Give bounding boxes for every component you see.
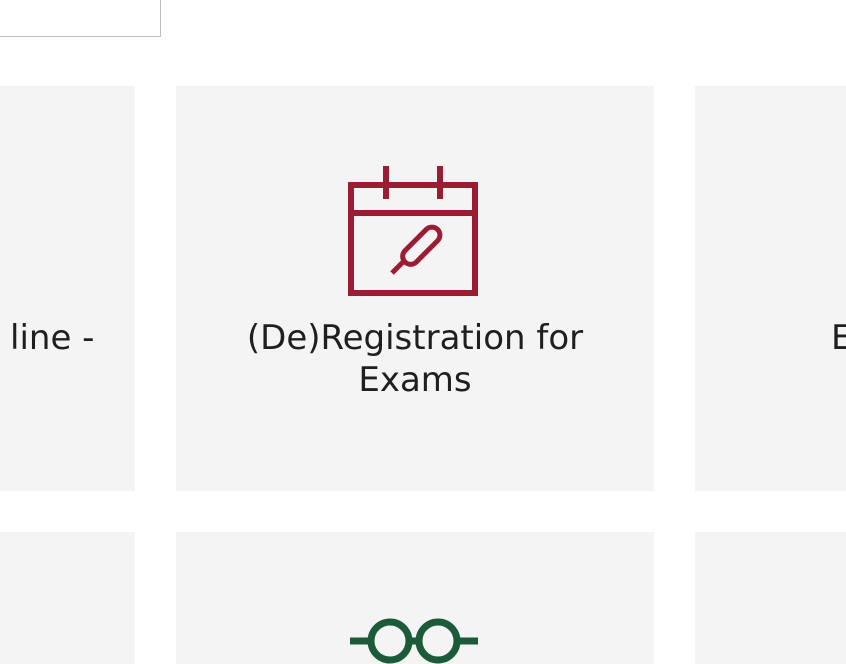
tile-deregistration-exams-label-line1: (De)Registration for (246, 318, 584, 358)
tile-left-row1-label: line - (10, 318, 95, 358)
glasses-icon (348, 616, 480, 664)
tile-right-row1[interactable]: E (695, 86, 846, 491)
tile-right-row2[interactable] (695, 532, 846, 664)
tile-deregistration-exams[interactable]: (De)Registration for Exams (176, 86, 654, 491)
tile-deregistration-exams-label-line2: Exams (358, 360, 472, 400)
tile-right-row1-label: E (831, 318, 846, 358)
search-input[interactable] (0, 0, 161, 37)
tile-left-row2[interactable] (0, 532, 135, 664)
page: line - (De)Registration for Exams E (0, 0, 846, 664)
tile-left-row1[interactable]: line - (0, 86, 135, 491)
calendar-edit-icon (348, 164, 480, 298)
tile-center-row2[interactable] (176, 532, 654, 664)
